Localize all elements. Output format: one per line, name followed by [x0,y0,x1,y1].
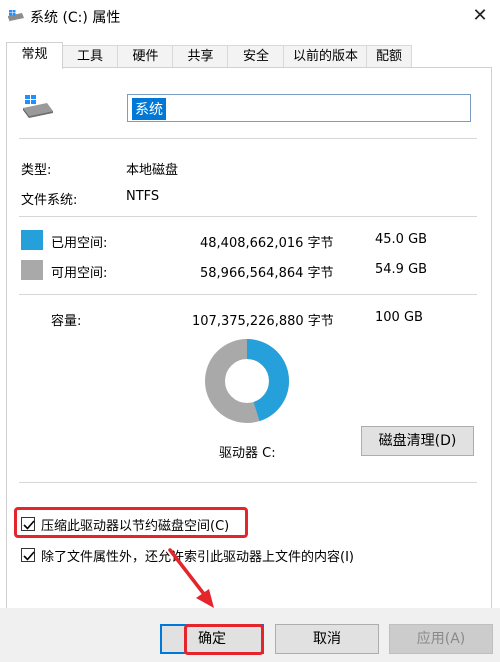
type-value: 本地磁盘 [126,163,179,178]
compress-option-highlight [14,507,248,538]
apply-button[interactable]: 应用(A) [389,624,493,654]
drive-icon [8,10,24,22]
drive-letter-label: 驱动器 C: [219,446,276,461]
capacity-size: 100 GB [375,310,423,325]
free-space-bytes: 58,966,564,864 字节 [200,266,334,281]
checkmark-icon [23,551,35,561]
tab-previous-versions[interactable]: 以前的版本 [283,45,368,68]
tab-tools[interactable]: 工具 [61,45,119,68]
tab-security[interactable]: 安全 [227,45,285,68]
capacity-label: 容量: [51,314,82,329]
divider [19,216,477,217]
free-space-swatch [21,260,43,280]
close-button[interactable]: ✕ [466,2,494,30]
used-space-bytes: 48,408,662,016 字节 [200,236,334,251]
disk-cleanup-button[interactable]: 磁盘清理(D) [361,426,474,456]
tab-strip: 常规 工具 硬件 共享 安全 以前的版本 配额 [6,42,490,69]
filesystem-label: 文件系统: [21,193,78,208]
divider [19,482,477,483]
used-space-size: 45.0 GB [375,232,428,247]
tab-general[interactable]: 常规 [6,42,63,69]
filesystem-value: NTFS [126,189,160,204]
tab-hardware[interactable]: 硬件 [117,45,174,68]
drive-name-value: 系统 [132,98,166,120]
capacity-bytes: 107,375,226,880 字节 [192,314,334,329]
usage-donut-chart [205,339,289,423]
close-icon: ✕ [472,5,488,26]
divider [19,138,477,139]
title-bar: 系统 (C:) 属性 ✕ [0,0,500,34]
type-label: 类型: [21,163,52,178]
used-space-label: 已用空间: [51,236,108,251]
index-label: 除了文件属性外，还允许索引此驱动器上文件的内容(I) [41,550,354,565]
used-space-swatch [21,230,43,250]
free-space-label: 可用空间: [51,266,108,281]
tab-sharing[interactable]: 共享 [172,45,229,68]
free-space-size: 54.9 GB [375,262,428,277]
divider [19,294,477,295]
cancel-button[interactable]: 取消 [275,624,379,654]
ok-button-highlight [184,624,264,655]
index-checkbox[interactable] [21,548,35,562]
drive-name-input[interactable]: 系统 [127,94,471,122]
window-title: 系统 (C:) 属性 [30,10,121,26]
drive-large-icon [23,95,53,118]
tab-quota[interactable]: 配额 [366,45,412,68]
